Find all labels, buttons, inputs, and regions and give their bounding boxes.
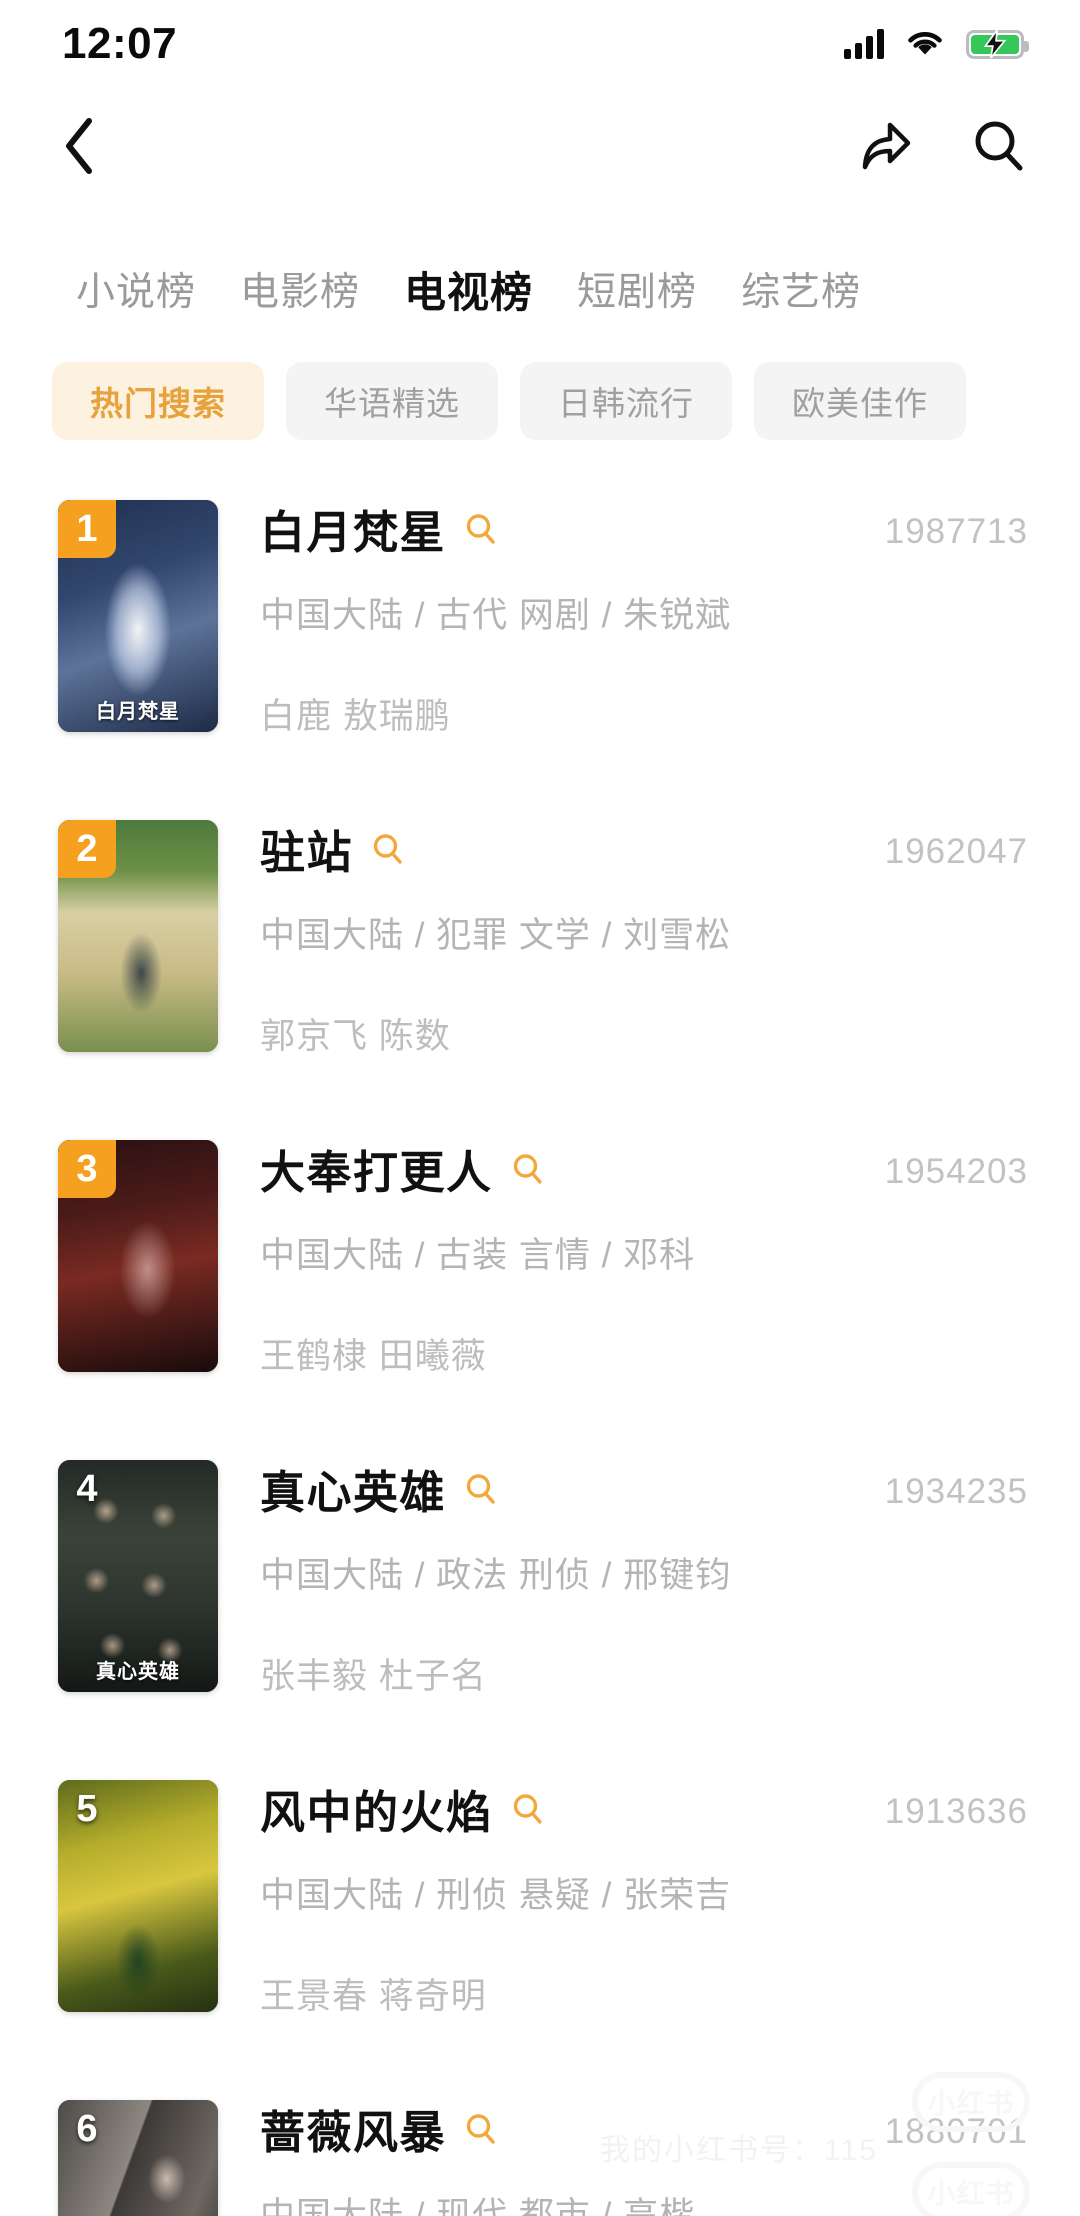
item-title[interactable]: 风中的火焰 <box>260 1776 493 1841</box>
app-root: 12:07 小说榜 电影榜 电视榜 短剧榜 综艺榜 热门搜索 华语精选 日韩流行… <box>0 0 1080 2216</box>
poster-thumbnail[interactable]: 5 <box>58 1780 218 2012</box>
poster-title: 真心英雄 <box>96 1661 180 1683</box>
item-meta: 中国大陆 / 犯罪 文学 / 刘雪松 <box>260 916 732 955</box>
share-button[interactable] <box>852 113 918 179</box>
item-heat-count: 1934235 <box>884 1472 1028 1511</box>
battery-charging-icon <box>966 29 1029 59</box>
category-tabs: 小说榜 电影榜 电视榜 短剧榜 综艺榜 <box>0 250 1080 328</box>
item-heat-count: 1913636 <box>884 1792 1028 1831</box>
list-item[interactable]: 1 白月梵星 白月梵星 中国大陆 / 古代 网剧 / 朱锐斌 白鹿 敖瑞鹏 19… <box>0 486 1080 806</box>
chip-chinese-picks[interactable]: 华语精选 <box>286 362 498 440</box>
item-meta: 中国大陆 / 政法 刑侦 / 邢键钧 <box>260 1556 732 1595</box>
item-cast: 白鹿 敖瑞鹏 <box>260 697 451 736</box>
search-icon[interactable] <box>464 512 498 546</box>
chip-hot-search[interactable]: 热门搜索 <box>52 362 264 440</box>
signal-bars-icon <box>844 29 884 59</box>
chevron-left-icon <box>66 118 92 174</box>
poster-title: 白月梵星 <box>96 701 180 723</box>
rank-badge: 3 <box>58 1140 116 1198</box>
item-meta: 中国大陆 / 刑侦 悬疑 / 张荣吉 <box>260 1876 732 1915</box>
status-icons <box>844 29 1029 59</box>
status-bar: 12:07 <box>0 0 1080 88</box>
filter-chips: 热门搜索 华语精选 日韩流行 欧美佳作 <box>0 358 1080 444</box>
chip-western-classics[interactable]: 欧美佳作 <box>754 362 966 440</box>
item-cast: 王鹤棣 田曦薇 <box>260 1337 487 1376</box>
item-title[interactable]: 真心英雄 <box>260 1456 446 1521</box>
search-icon[interactable] <box>464 2112 498 2146</box>
item-title[interactable]: 大奉打更人 <box>260 1136 493 1201</box>
list-item[interactable]: 6 蔷薇风暴 中国大陆 / 现代 都市 / 高楷 1880701 <box>0 2086 1080 2216</box>
item-title[interactable]: 蔷薇风暴 <box>260 2096 446 2161</box>
share-arrow-icon <box>862 122 911 170</box>
item-title[interactable]: 驻站 <box>260 816 353 881</box>
item-meta: 中国大陆 / 现代 都市 / 高楷 <box>260 2196 696 2216</box>
status-time: 12:07 <box>62 19 178 68</box>
tab-movie[interactable]: 电影榜 <box>240 261 360 317</box>
search-icon[interactable] <box>464 1472 498 1506</box>
poster-thumbnail[interactable]: 6 <box>58 2100 218 2216</box>
item-meta: 中国大陆 / 古代 网剧 / 朱锐斌 <box>260 596 732 635</box>
back-button[interactable] <box>46 113 112 179</box>
charging-bolt-icon <box>983 30 1007 58</box>
tab-novel[interactable]: 小说榜 <box>76 261 196 317</box>
wifi-icon <box>908 32 942 55</box>
list-item[interactable]: 2 驻站 中国大陆 / 犯罪 文学 / 刘雪松 郭京飞 陈数 1962047 <box>0 806 1080 1126</box>
item-meta: 中国大陆 / 古装 言情 / 邓科 <box>260 1236 696 1275</box>
item-heat-count: 1880701 <box>884 2112 1028 2151</box>
poster-thumbnail[interactable]: 1 白月梵星 <box>58 500 218 732</box>
chip-jp-kr-popular[interactable]: 日韩流行 <box>520 362 732 440</box>
rank-badge: 2 <box>58 820 116 878</box>
item-heat-count: 1987713 <box>884 512 1028 551</box>
rank-badge: 5 <box>76 1787 98 1830</box>
search-icon[interactable] <box>511 1152 545 1186</box>
tab-shortdrama[interactable]: 短剧榜 <box>577 261 697 317</box>
item-cast: 郭京飞 陈数 <box>260 1017 451 1056</box>
nav-actions <box>852 113 1032 179</box>
list-item[interactable]: 5 风中的火焰 中国大陆 / 刑侦 悬疑 / 张荣吉 王景春 蒋奇明 19136… <box>0 1766 1080 2086</box>
rank-list: 1 白月梵星 白月梵星 中国大陆 / 古代 网剧 / 朱锐斌 白鹿 敖瑞鹏 19… <box>0 486 1080 2216</box>
search-icon <box>975 121 1023 171</box>
poster-thumbnail[interactable]: 4 真心英雄 <box>58 1460 218 1692</box>
search-icon[interactable] <box>371 832 405 866</box>
item-heat-count: 1954203 <box>884 1152 1028 1191</box>
item-cast: 张丰毅 杜子名 <box>260 1657 487 1696</box>
poster-thumbnail[interactable]: 2 <box>58 820 218 1052</box>
tab-tv[interactable]: 电视榜 <box>404 259 533 320</box>
rank-badge: 1 <box>58 500 116 558</box>
list-item[interactable]: 3 大奉打更人 中国大陆 / 古装 言情 / 邓科 王鹤棣 田曦薇 195420… <box>0 1126 1080 1446</box>
rank-badge: 6 <box>76 2107 98 2150</box>
poster-thumbnail[interactable]: 3 <box>58 1140 218 1372</box>
tab-variety[interactable]: 综艺榜 <box>741 261 861 317</box>
item-cast: 王景春 蒋奇明 <box>260 1977 487 2016</box>
search-button[interactable] <box>966 113 1032 179</box>
list-item[interactable]: 4 真心英雄 真心英雄 中国大陆 / 政法 刑侦 / 邢键钧 张丰毅 杜子名 1… <box>0 1446 1080 1766</box>
item-heat-count: 1962047 <box>884 832 1028 871</box>
rank-badge: 4 <box>76 1467 98 1510</box>
search-icon[interactable] <box>511 1792 545 1826</box>
nav-bar <box>0 96 1080 196</box>
item-title[interactable]: 白月梵星 <box>260 496 446 561</box>
